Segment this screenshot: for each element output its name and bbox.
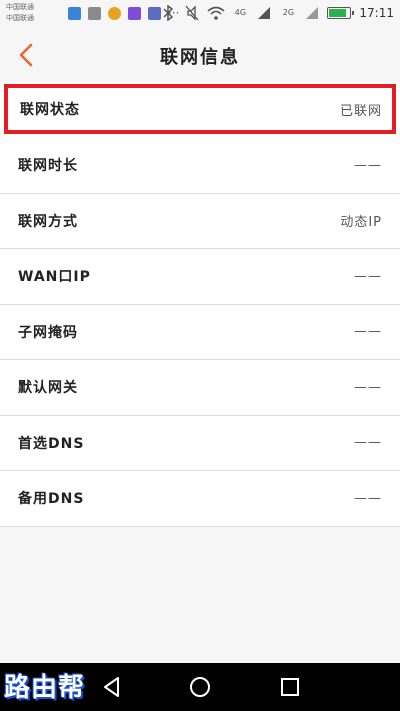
row-label: 联网方式	[18, 213, 78, 230]
row-connection-type: 联网方式 动态IP	[0, 193, 400, 249]
triangle-back-icon	[104, 677, 119, 697]
carrier-info: 中国联通 中国联通	[6, 2, 62, 24]
nav-back-button[interactable]	[100, 675, 124, 699]
row-subnet-mask: 子网掩码 ——	[0, 304, 400, 360]
square-recents-icon	[281, 678, 299, 696]
watermark-logo: 路由帮	[4, 673, 86, 703]
circle-home-icon	[190, 677, 210, 697]
row-value: ——	[354, 435, 382, 451]
row-label: 联网时长	[18, 158, 78, 175]
row-value: ——	[354, 490, 382, 506]
row-value: ——	[354, 157, 382, 173]
system-nav-bar: 路由帮	[0, 663, 400, 711]
wifi-icon	[207, 4, 225, 22]
signal-2-label: 2G	[282, 8, 295, 17]
screen: 中国联通 中国联通 ··· 4G 2G 17:11 联网信息 联网状态 已联网 …	[0, 0, 400, 711]
nav-home-button[interactable]	[188, 675, 212, 699]
nav-recents-button[interactable]	[278, 675, 302, 699]
row-secondary-dns: 备用DNS ——	[0, 471, 400, 527]
status-bar: 中国联通 中国联通 ··· 4G 2G 17:11	[0, 0, 400, 30]
page-title: 联网信息	[160, 47, 240, 68]
row-label: 首选DNS	[18, 435, 85, 452]
row-value: ——	[354, 324, 382, 340]
row-default-gateway: 默认网关 ——	[0, 360, 400, 416]
row-label: WAN口IP	[18, 269, 91, 286]
weibo-notification-icon	[108, 7, 121, 20]
battery-icon	[327, 7, 355, 19]
status-right: 4G 2G 17:11	[159, 4, 394, 22]
row-label: 联网状态	[20, 102, 80, 118]
row-value: ——	[354, 268, 382, 284]
battery-level	[329, 9, 346, 17]
carrier-2: 中国联通	[6, 14, 34, 22]
app-header: 联网信息	[0, 30, 400, 80]
row-label: 默认网关	[18, 380, 78, 397]
row-label: 子网掩码	[18, 324, 78, 341]
image-notification-icon	[88, 7, 101, 20]
row-connection-status: 联网状态 已联网	[4, 84, 396, 134]
row-label: 备用DNS	[18, 491, 85, 508]
signal-1-label: 4G	[234, 8, 247, 17]
chat-notification-icon	[128, 7, 141, 20]
row-value: ——	[354, 379, 382, 395]
row-connection-duration: 联网时长 ——	[0, 138, 400, 194]
network-info-list: 联网状态 已联网 联网时长 —— 联网方式 动态IP WAN口IP —— 子网掩…	[0, 82, 400, 527]
carrier-1: 中国联通	[6, 3, 34, 11]
row-value: 已联网	[339, 103, 382, 119]
row-primary-dns: 首选DNS ——	[0, 415, 400, 471]
app-notification-icon	[68, 7, 81, 20]
bluetooth-icon	[159, 4, 177, 22]
mute-icon	[183, 4, 201, 22]
signal-2-icon	[303, 4, 321, 22]
row-value: 动态IP	[340, 215, 382, 231]
signal-1-icon	[255, 4, 273, 22]
clock: 17:11	[359, 6, 394, 20]
row-wan-ip: WAN口IP ——	[0, 249, 400, 305]
